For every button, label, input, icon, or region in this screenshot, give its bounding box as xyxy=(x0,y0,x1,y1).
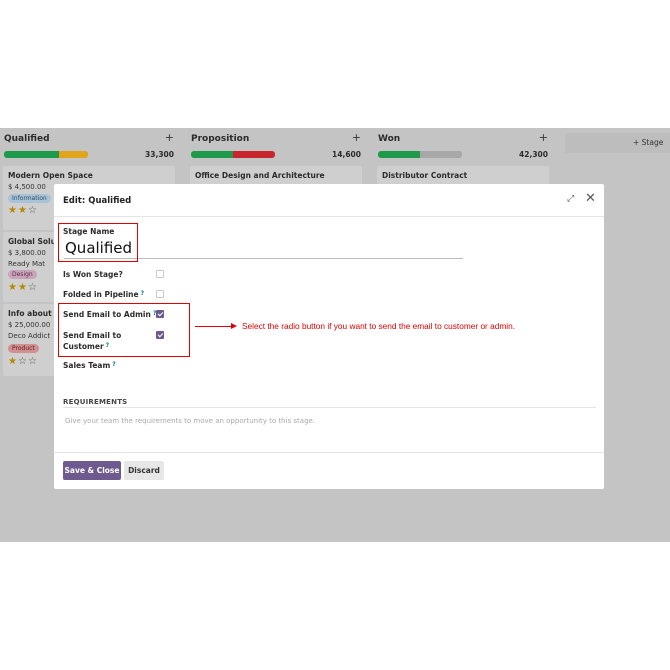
card-title: Modern Open Space xyxy=(8,171,93,180)
dialog-title: Edit: Qualified xyxy=(63,196,132,206)
progress-won-segment[interactable] xyxy=(4,151,59,158)
star-icon[interactable]: ★ xyxy=(8,205,18,216)
folded-checkbox[interactable] xyxy=(156,290,164,298)
annotation-box-stage-name xyxy=(58,223,138,262)
card-amount: $ 25,000.00 xyxy=(8,321,51,329)
sales-team-label: Sales Team? xyxy=(63,361,116,370)
card-title: Distributor Contract xyxy=(382,171,468,180)
screenshot-area: Qualified + 33,300 Modern Open Space $ 4… xyxy=(0,128,670,542)
add-stage-button[interactable]: + Stage xyxy=(565,133,670,153)
column-total: 42,300 xyxy=(519,150,548,159)
requirements-divider xyxy=(63,407,596,408)
kanban-card[interactable]: Office Design and Architecture xyxy=(190,166,362,186)
add-card-button[interactable]: + xyxy=(165,131,174,144)
requirements-heading: REQUIREMENTS xyxy=(63,398,128,406)
card-tag: Design xyxy=(8,270,37,279)
help-icon[interactable]: ? xyxy=(141,290,144,297)
priority-stars[interactable]: ★☆☆ xyxy=(8,356,38,367)
folded-label: Folded in Pipeline? xyxy=(63,290,144,299)
progress-planned-segment[interactable] xyxy=(58,151,88,158)
card-tag: Product xyxy=(8,344,39,353)
star-empty-icon[interactable]: ☆ xyxy=(28,282,38,293)
expand-icon[interactable]: ⤢ xyxy=(567,194,574,204)
column-progress-bar[interactable] xyxy=(378,151,462,158)
kanban-card[interactable]: Distributor Contract xyxy=(377,166,549,186)
star-icon[interactable]: ★ xyxy=(8,356,18,367)
column-title: Proposition xyxy=(191,134,250,144)
sales-team-label-text: Sales Team xyxy=(63,361,111,370)
card-title: Office Design and Architecture xyxy=(195,171,325,180)
star-icon[interactable]: ★ xyxy=(18,205,28,216)
card-amount: $ 4,500.00 xyxy=(8,183,46,191)
progress-overdue-segment[interactable] xyxy=(233,151,275,158)
star-icon[interactable]: ★ xyxy=(8,282,18,293)
card-tag: Information xyxy=(8,194,51,203)
card-company: Ready Mat xyxy=(8,260,46,268)
star-icon[interactable]: ★ xyxy=(18,282,28,293)
column-progress-bar[interactable] xyxy=(191,151,275,158)
close-icon[interactable]: ✕ xyxy=(585,191,596,206)
annotation-note: Select the radio button if you want to s… xyxy=(242,321,516,331)
progress-won-segment[interactable] xyxy=(191,151,233,158)
help-icon[interactable]: ? xyxy=(112,361,115,368)
save-close-button[interactable]: Save & Close xyxy=(63,461,121,480)
progress-empty-segment xyxy=(420,151,462,158)
progress-won-segment[interactable] xyxy=(378,151,420,158)
column-total: 14,600 xyxy=(332,150,361,159)
is-won-checkbox[interactable] xyxy=(156,270,164,278)
discard-button[interactable]: Discard xyxy=(124,461,164,480)
annotation-arrow xyxy=(195,326,232,327)
column-title: Won xyxy=(378,134,401,144)
star-empty-icon[interactable]: ☆ xyxy=(18,356,28,367)
annotation-box-email-options xyxy=(58,303,190,357)
folded-label-text: Folded in Pipeline xyxy=(63,290,139,299)
card-company: Deco Addict xyxy=(8,332,51,340)
star-empty-icon[interactable]: ☆ xyxy=(28,205,38,216)
star-empty-icon[interactable]: ☆ xyxy=(28,356,38,367)
card-amount: $ 3,800.00 xyxy=(8,249,46,257)
add-card-button[interactable]: + xyxy=(352,131,361,144)
column-progress-bar[interactable] xyxy=(4,151,88,158)
card-title: Info about xyxy=(8,309,52,318)
priority-stars[interactable]: ★★☆ xyxy=(8,282,38,293)
is-won-label: Is Won Stage? xyxy=(63,270,123,279)
requirements-input[interactable]: Give your team the requirements to move … xyxy=(65,417,315,425)
footer-divider xyxy=(54,452,604,453)
column-total: 33,300 xyxy=(145,150,174,159)
card-title: Global Solu xyxy=(8,237,56,246)
header-divider xyxy=(54,216,604,217)
add-card-button[interactable]: + xyxy=(539,131,548,144)
arrow-head-icon xyxy=(231,323,237,329)
priority-stars[interactable]: ★★☆ xyxy=(8,205,38,216)
column-title: Qualified xyxy=(4,134,50,144)
